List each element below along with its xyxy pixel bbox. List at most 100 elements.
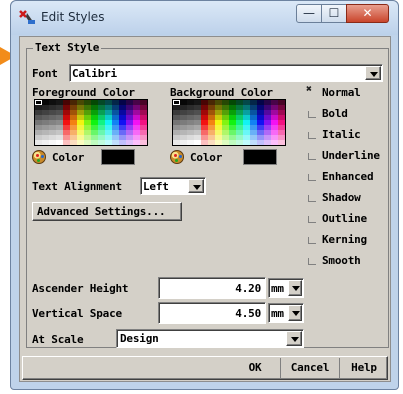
color-swatch[interactable] bbox=[98, 140, 105, 145]
color-swatch[interactable] bbox=[215, 140, 222, 145]
cancel-button[interactable]: Cancel bbox=[283, 359, 337, 377]
style-option-smooth[interactable]: Smooth bbox=[308, 253, 388, 269]
button-bar: OK Cancel Help bbox=[22, 356, 388, 380]
foreground-color-preview bbox=[101, 149, 135, 165]
style-option-label: Shadow bbox=[322, 191, 361, 204]
checkbox-icon[interactable] bbox=[308, 258, 316, 265]
style-option-label: Underline bbox=[322, 149, 380, 162]
style-option-label: Outline bbox=[322, 212, 367, 225]
button-divider bbox=[339, 358, 340, 378]
color-swatch[interactable] bbox=[140, 140, 147, 145]
style-option-label: Normal bbox=[322, 86, 361, 99]
at-scale-value: Design bbox=[120, 332, 159, 345]
font-label: Font bbox=[32, 67, 58, 80]
unit-dropdown-button[interactable] bbox=[288, 280, 302, 296]
checkbox-icon[interactable] bbox=[308, 237, 316, 244]
background-color-preview bbox=[243, 149, 277, 165]
font-value: Calibri bbox=[72, 67, 117, 80]
color-swatch[interactable] bbox=[201, 140, 208, 145]
help-button[interactable]: Help bbox=[341, 359, 387, 377]
color-swatch[interactable] bbox=[112, 140, 119, 145]
color-swatch[interactable] bbox=[208, 140, 215, 145]
color-swatch[interactable] bbox=[236, 140, 243, 145]
at-scale-label: At Scale bbox=[32, 333, 84, 346]
checkbox-icon[interactable] bbox=[308, 195, 316, 202]
style-option-underline[interactable]: Underline bbox=[308, 148, 388, 164]
color-swatch[interactable] bbox=[105, 140, 112, 145]
color-swatch[interactable] bbox=[126, 140, 133, 145]
vertical-space-input[interactable]: 4.50 bbox=[158, 302, 266, 324]
minimize-button[interactable]: — bbox=[296, 4, 322, 23]
color-swatch[interactable] bbox=[250, 140, 257, 145]
foreground-color-button[interactable]: Color bbox=[32, 149, 92, 167]
style-option-enhanced[interactable]: Enhanced bbox=[308, 169, 388, 185]
color-swatch[interactable] bbox=[278, 140, 285, 145]
maximize-button[interactable]: ☐ bbox=[321, 4, 347, 23]
window-title: Edit Styles bbox=[41, 10, 105, 24]
background-color-palette[interactable] bbox=[172, 99, 286, 146]
color-swatch[interactable] bbox=[77, 140, 84, 145]
style-option-italic[interactable]: Italic bbox=[308, 127, 388, 143]
vertical-space-label: Vertical Space bbox=[32, 307, 122, 320]
color-swatch[interactable] bbox=[70, 140, 77, 145]
color-swatch[interactable] bbox=[84, 140, 91, 145]
edit-styles-window: Edit Styles — ☐ ✕ Text Style Font Calibr… bbox=[10, 0, 399, 390]
style-option-normal[interactable]: Normal bbox=[306, 84, 388, 101]
color-swatch[interactable] bbox=[229, 140, 236, 145]
chevron-down-icon bbox=[291, 337, 299, 342]
vertical-space-value: 4.50 bbox=[235, 307, 261, 320]
color-swatch[interactable] bbox=[187, 140, 194, 145]
color-swatch[interactable] bbox=[63, 140, 70, 145]
at-scale-select[interactable]: Design bbox=[116, 329, 304, 348]
color-swatch[interactable] bbox=[42, 140, 49, 145]
close-icon: ✕ bbox=[362, 6, 373, 20]
title-bar[interactable]: Edit Styles — ☐ ✕ bbox=[11, 1, 398, 35]
text-alignment-select[interactable]: Left bbox=[140, 177, 206, 195]
color-swatch[interactable] bbox=[264, 140, 271, 145]
chevron-down-icon bbox=[292, 311, 300, 316]
at-scale-dropdown-button[interactable] bbox=[286, 331, 302, 346]
foreground-color-label: Foreground Color bbox=[32, 86, 135, 99]
checkbox-icon[interactable] bbox=[308, 174, 316, 181]
color-swatch[interactable] bbox=[173, 140, 180, 145]
color-swatch[interactable] bbox=[243, 140, 250, 145]
foreground-color-button-label: Color bbox=[52, 151, 85, 164]
text-alignment-dropdown-button[interactable] bbox=[188, 179, 204, 193]
unit-dropdown-button[interactable] bbox=[288, 305, 302, 321]
color-swatch[interactable] bbox=[56, 140, 63, 145]
color-swatch[interactable] bbox=[194, 140, 201, 145]
style-option-shadow[interactable]: Shadow bbox=[308, 190, 388, 206]
checkbox-icon[interactable] bbox=[308, 132, 316, 139]
color-swatch[interactable] bbox=[133, 140, 140, 145]
checkbox-icon[interactable] bbox=[308, 153, 316, 160]
vertical-space-unit: mm bbox=[271, 307, 284, 320]
close-button[interactable]: ✕ bbox=[346, 4, 389, 23]
color-swatch[interactable] bbox=[222, 140, 229, 145]
style-option-bold[interactable]: Bold bbox=[308, 106, 388, 122]
checkbox-icon[interactable] bbox=[308, 216, 316, 223]
color-swatch[interactable] bbox=[180, 140, 187, 145]
button-divider bbox=[280, 358, 281, 378]
style-option-kerning[interactable]: Kerning bbox=[308, 232, 388, 248]
ascender-height-unit-select[interactable]: mm bbox=[268, 278, 304, 298]
text-alignment-value: Left bbox=[143, 180, 169, 193]
color-swatch[interactable] bbox=[257, 140, 264, 145]
advanced-settings-button[interactable]: Advanced Settings... bbox=[32, 202, 182, 221]
ascender-height-input[interactable]: 4.20 bbox=[158, 277, 266, 299]
color-swatch[interactable] bbox=[91, 140, 98, 145]
foreground-color-palette[interactable] bbox=[34, 99, 148, 146]
font-combobox[interactable]: Calibri bbox=[69, 64, 383, 82]
color-swatch[interactable] bbox=[49, 140, 56, 145]
color-swatch[interactable] bbox=[119, 140, 126, 145]
checked-checkbox-icon[interactable] bbox=[306, 84, 316, 97]
color-swatch[interactable] bbox=[271, 140, 278, 145]
background-color-button[interactable]: Color bbox=[170, 149, 230, 167]
font-dropdown-button[interactable] bbox=[365, 66, 381, 80]
color-swatch[interactable] bbox=[35, 140, 42, 145]
palette-icon bbox=[170, 150, 184, 164]
vertical-space-unit-select[interactable]: mm bbox=[268, 303, 304, 323]
style-option-outline[interactable]: Outline bbox=[308, 211, 388, 227]
ok-button[interactable]: OK bbox=[231, 359, 279, 377]
checkbox-icon[interactable] bbox=[308, 111, 316, 118]
maximize-icon: ☐ bbox=[328, 6, 340, 20]
